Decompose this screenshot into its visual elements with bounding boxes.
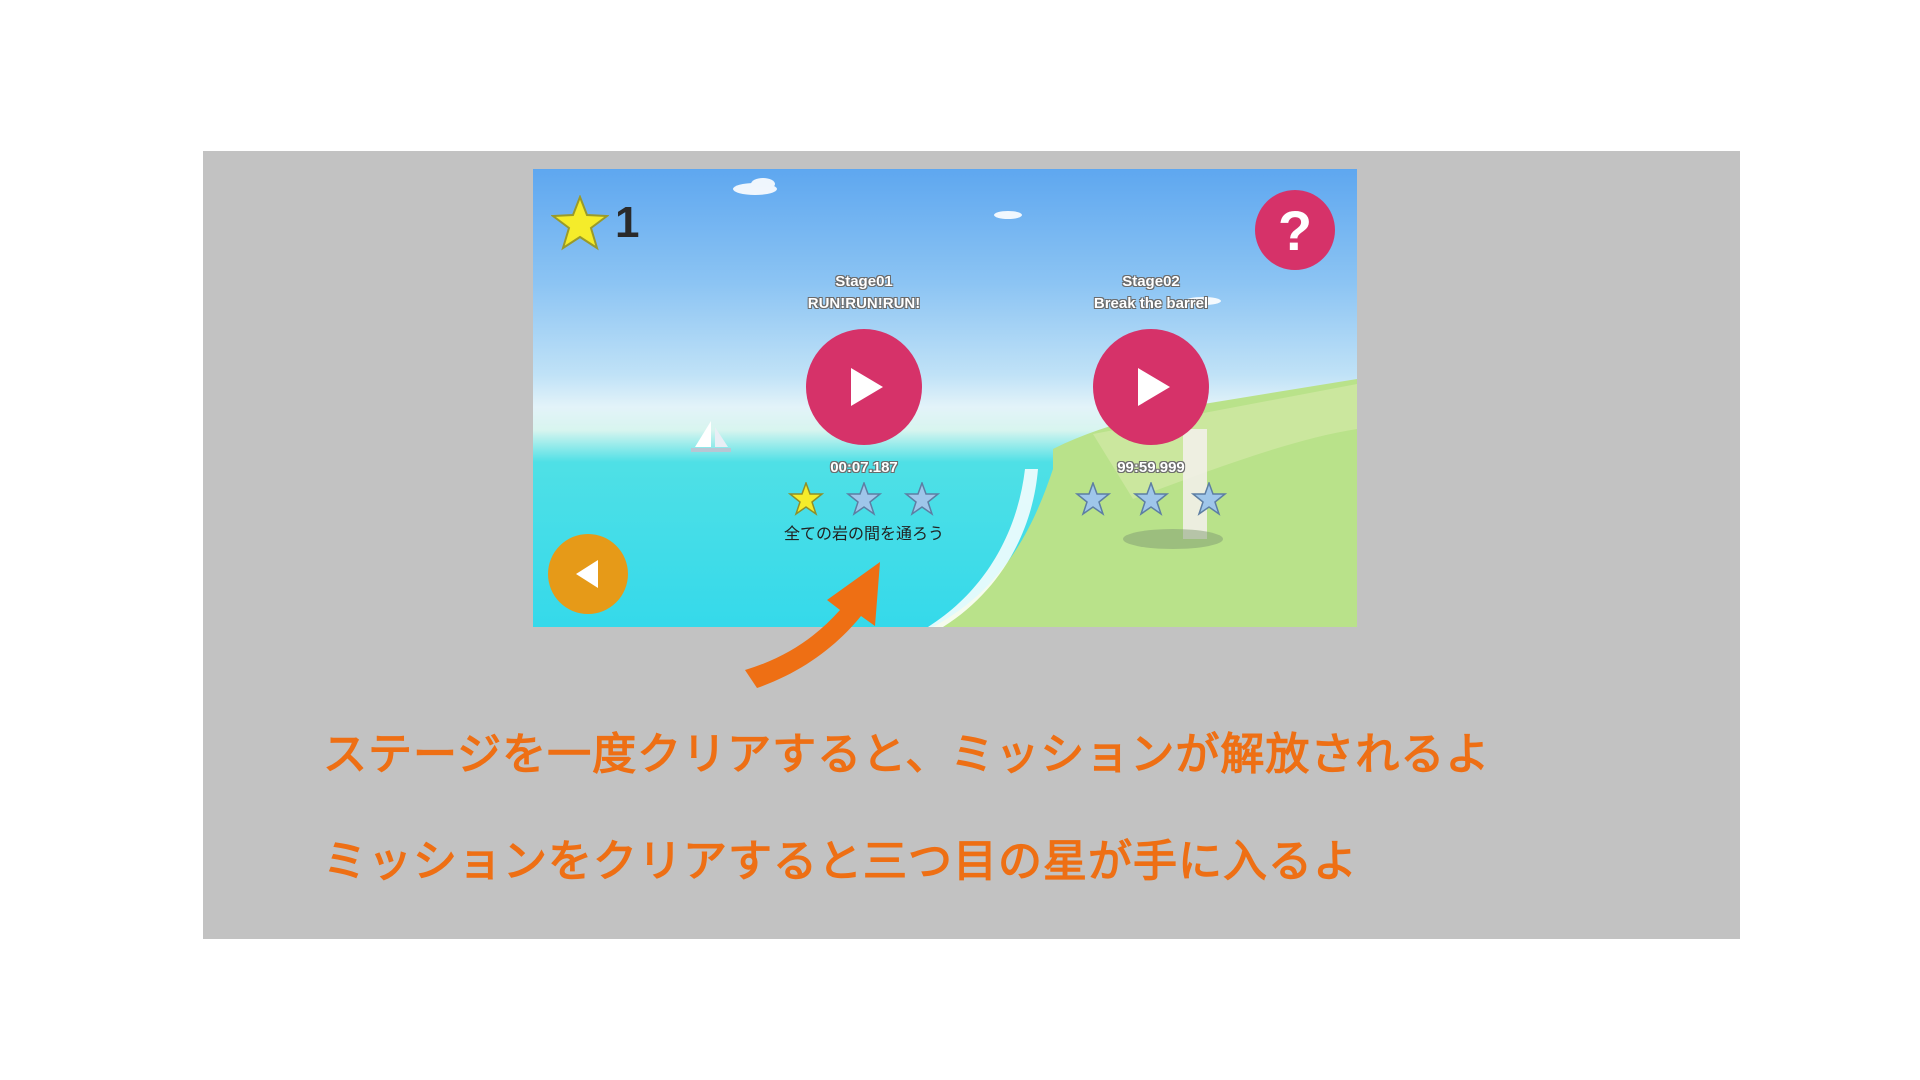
star-empty-icon	[1191, 482, 1227, 516]
back-arrow-icon	[576, 560, 598, 588]
star-empty-icon	[846, 482, 882, 516]
star-total: 1	[615, 198, 640, 247]
pointer-arrow-icon	[745, 562, 880, 688]
stage-card-01: Stage01 RUN!RUN!RUN! 00:07.187 全ての岩の間を通ろ…	[764, 271, 964, 544]
star-counter: 1	[551, 195, 639, 251]
caption-line-1: ステージを一度クリアすると、ミッションが解放されるよ	[323, 729, 1491, 780]
game-screenshot: 1 ? Stage01 RUN!RUN!RUN! 00:07.187 全ての岩の…	[533, 169, 1357, 627]
play-button-stage01[interactable]	[806, 329, 922, 445]
star-icon	[551, 195, 609, 251]
stage-name: Stage02	[1122, 273, 1180, 290]
back-button[interactable]	[548, 534, 628, 614]
star-earned-icon	[788, 482, 824, 516]
stage-subtitle: Break the barrel	[1093, 295, 1209, 312]
play-icon	[851, 368, 883, 406]
stage-stars	[764, 482, 964, 516]
question-icon: ?	[1277, 198, 1313, 262]
mission-text: 全ての岩の間を通ろう	[783, 524, 944, 543]
help-button[interactable]: ?	[1255, 190, 1335, 270]
caption-line-2: ミッションをクリアすると三つ目の星が手に入るよ	[323, 836, 1358, 887]
star-empty-icon	[1075, 482, 1111, 516]
star-empty-icon	[904, 482, 940, 516]
play-icon	[1138, 368, 1170, 406]
best-time: 00:07.187	[830, 459, 898, 476]
stage-stars	[1051, 482, 1251, 516]
play-button-stage02[interactable]	[1093, 329, 1209, 445]
best-time: 99:59.999	[1117, 459, 1185, 476]
star-empty-icon	[1133, 482, 1169, 516]
stage-name: Stage01	[835, 273, 893, 290]
stage-card-02: Stage02 Break the barrel 99:59.999	[1051, 271, 1251, 516]
stage-subtitle: RUN!RUN!RUN!	[807, 295, 921, 312]
